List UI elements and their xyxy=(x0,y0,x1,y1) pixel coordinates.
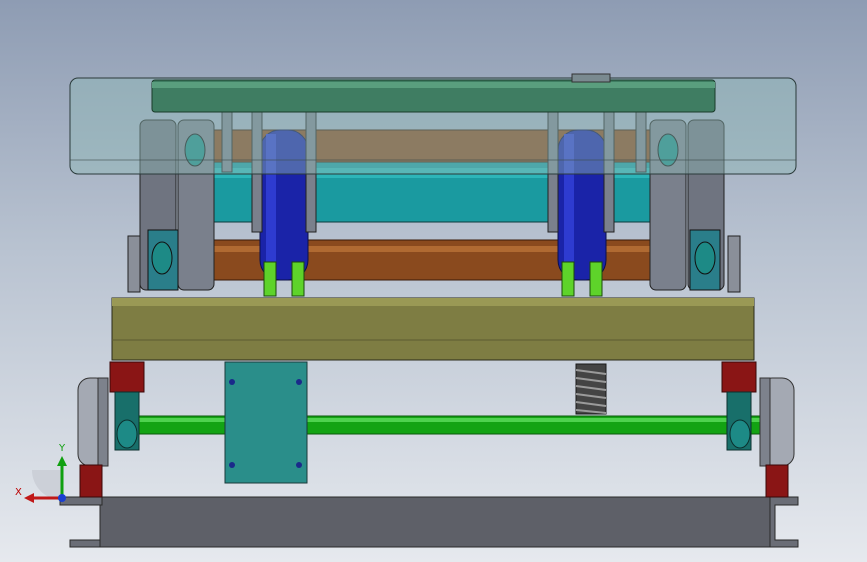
bottom-rail xyxy=(59,496,799,548)
assembly-drawing[interactable] xyxy=(0,0,867,562)
x-axis-label: X xyxy=(15,487,22,498)
base-block xyxy=(111,297,755,361)
top-plate xyxy=(151,73,716,113)
y-axis-label: Y xyxy=(59,443,66,454)
cad-viewport[interactable]: X Y xyxy=(0,0,867,562)
center-plate xyxy=(224,361,308,484)
left-wheel xyxy=(77,361,145,498)
spring xyxy=(575,363,607,415)
coordinate-triad xyxy=(24,456,67,503)
